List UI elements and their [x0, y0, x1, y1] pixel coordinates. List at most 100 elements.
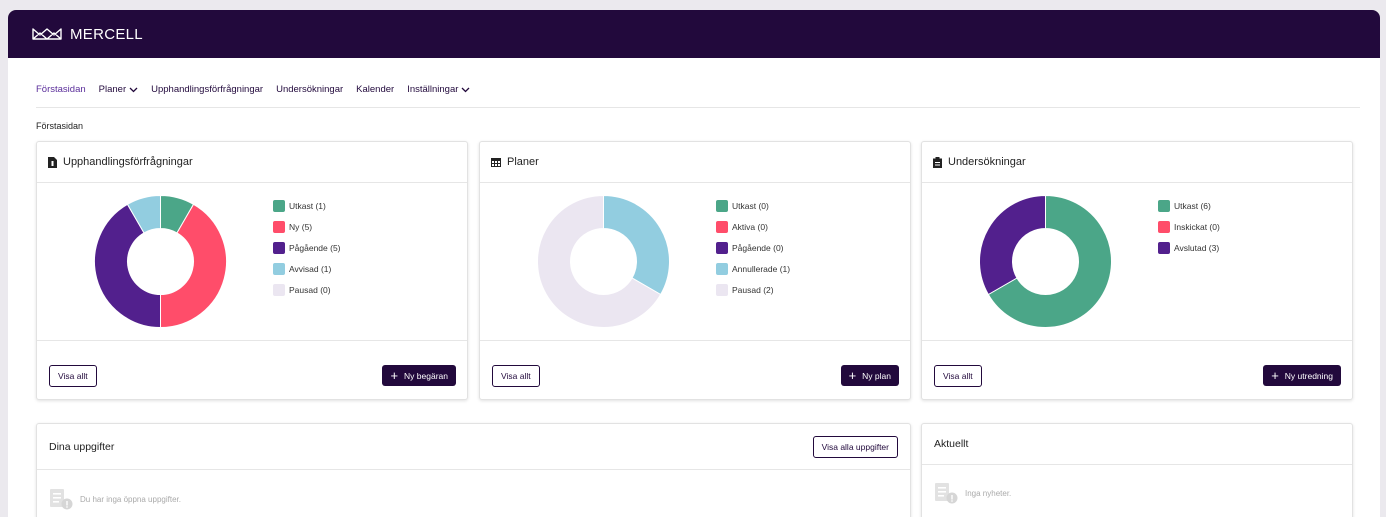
card-undersokningar: Undersökningar Utkast (6) Inskickat (0) Av…	[921, 141, 1353, 400]
panel-header: Aktuellt	[922, 424, 1352, 465]
legend-item[interactable]: Inskickat (0)	[1158, 216, 1220, 237]
plus-icon: +	[848, 368, 857, 383]
legend-swatch	[273, 241, 285, 254]
donut-chart	[537, 195, 670, 328]
nav-item-upphandlingsforfragningar[interactable]: Upphandlingsförfrågningar	[151, 84, 263, 95]
card-header: Planer	[480, 142, 910, 183]
calendar-icon	[491, 158, 501, 167]
legend-item[interactable]: Pågående (5)	[273, 237, 341, 258]
nav-label: Undersökningar	[276, 84, 344, 95]
view-all-tasks-button[interactable]: Visa alla uppgifter	[812, 436, 898, 458]
new-survey-button[interactable]: + Ny utredning	[1263, 365, 1341, 386]
main-nav: Förstasidan Planer Upphandlingsförfrågni…	[36, 84, 470, 95]
chevron-down-icon	[129, 87, 138, 92]
legend-label: Annullerade (1)	[732, 263, 791, 274]
app-window: MERCELL Förstasidan Planer Upphandlingsf…	[8, 10, 1380, 517]
legend-label: Ny (5)	[289, 221, 313, 232]
legend-label: Utkast (6)	[1174, 200, 1211, 211]
nav-label: Kalender	[356, 84, 395, 95]
legend-item[interactable]: Annullerade (1)	[716, 258, 790, 279]
legend-label: Utkast (0)	[732, 200, 769, 211]
nav-label: Upphandlingsförfrågningar	[151, 84, 264, 95]
legend-label: Aktiva (0)	[732, 221, 768, 232]
card-header: Upphandlingsförfrågningar	[37, 142, 467, 183]
top-bar: MERCELL	[8, 10, 1380, 58]
chart-legend: Utkast (6) Inskickat (0) Avslutad (3)	[1158, 195, 1220, 258]
legend-item[interactable]: Ny (5)	[273, 216, 341, 237]
donut-chart	[979, 195, 1112, 328]
legend-item[interactable]: Utkast (0)	[716, 195, 790, 216]
card-planer: Planer Utkast (0) Aktiva (0) Pågående (0) A…	[479, 141, 911, 400]
legend-label: Inskickat (0)	[1174, 221, 1220, 232]
panel-title: Aktuellt	[934, 438, 969, 450]
panel-header: Dina uppgifter	[37, 424, 910, 470]
nav-item-undersokningar[interactable]: Undersökningar	[276, 84, 343, 95]
new-request-button[interactable]: + Ny begäran	[382, 365, 456, 386]
nav-divider	[36, 107, 1360, 108]
legend-swatch	[1158, 241, 1170, 254]
donut-slice[interactable]	[979, 195, 1046, 296]
legend-item[interactable]: Utkast (1)	[273, 195, 341, 216]
legend-swatch	[716, 220, 728, 233]
legend-item[interactable]: Avvisad (1)	[273, 258, 341, 279]
donut-slice[interactable]	[603, 195, 670, 296]
card-footer: Visa allt + Ny begäran	[37, 340, 467, 399]
nav-label: Inställningar	[407, 84, 459, 95]
nav-item-planer[interactable]: Planer	[99, 84, 138, 95]
panel-title: Dina uppgifter	[49, 440, 115, 453]
empty-state: Inga nyheter.	[934, 482, 1011, 504]
document-empty-icon	[50, 489, 73, 510]
legend-swatch	[716, 262, 728, 275]
nav-item-installningar[interactable]: Inställningar	[407, 84, 470, 95]
empty-text: Du har inga öppna uppgifter.	[80, 494, 181, 504]
card-upphandlingsforfragningar: Upphandlingsförfrågningar Utkast (1) Ny (…	[36, 141, 468, 400]
nav-item-kalender[interactable]: Kalender	[356, 84, 394, 95]
new-plan-button[interactable]: + Ny plan	[840, 365, 899, 386]
legend-label: Pågående (5)	[289, 242, 341, 253]
card-title: Planer	[507, 156, 539, 168]
nav-label: Förstasidan	[36, 84, 86, 95]
legend-swatch	[273, 220, 285, 233]
legend-label: Pågående (0)	[732, 242, 784, 253]
tasks-panel: Dina uppgifter Visa alla uppgifter Du ha…	[36, 423, 911, 517]
legend-item[interactable]: Utkast (6)	[1158, 195, 1220, 216]
file-icon	[48, 156, 57, 168]
legend-swatch	[273, 283, 285, 296]
plus-icon: +	[390, 368, 399, 383]
view-all-button[interactable]: Visa allt	[934, 365, 982, 387]
card-title: Undersökningar	[948, 156, 1026, 168]
button-label: Ny begäran	[404, 370, 448, 381]
brand-logo[interactable]: MERCELL	[32, 26, 143, 43]
chart-legend: Utkast (1) Ny (5) Pågående (5) Avvisad (1) P…	[273, 195, 341, 300]
mercell-logo-icon	[32, 28, 62, 40]
legend-label: Avvisad (1)	[289, 263, 332, 274]
chart-legend: Utkast (0) Aktiva (0) Pågående (0) Annuller…	[716, 195, 790, 300]
news-panel: Aktuellt Inga nyheter.	[921, 423, 1353, 517]
legend-label: Avslutad (3)	[1174, 242, 1220, 253]
plus-icon: +	[1271, 368, 1279, 383]
legend-item[interactable]: Aktiva (0)	[716, 216, 790, 237]
legend-label: Pausad (0)	[289, 284, 331, 295]
empty-text: Inga nyheter.	[965, 488, 1012, 498]
clipboard-icon	[933, 156, 942, 168]
legend-swatch	[1158, 220, 1170, 233]
legend-swatch	[716, 241, 728, 254]
card-footer: Visa allt + Ny plan	[480, 340, 910, 399]
legend-item[interactable]: Pausad (0)	[273, 279, 341, 300]
legend-swatch	[716, 199, 728, 212]
legend-item[interactable]: Pausad (2)	[716, 279, 790, 300]
legend-swatch	[1158, 199, 1170, 212]
nav-item-forstasidan[interactable]: Förstasidan	[36, 84, 86, 95]
view-all-button[interactable]: Visa allt	[49, 365, 97, 387]
breadcrumb: Förstasidan	[36, 121, 84, 131]
button-label: Ny utredning	[1284, 370, 1333, 381]
legend-swatch	[273, 199, 285, 212]
nav-label: Planer	[98, 84, 127, 95]
legend-swatch	[716, 283, 728, 296]
card-header: Undersökningar	[922, 142, 1352, 183]
legend-item[interactable]: Pågående (0)	[716, 237, 790, 258]
view-all-button[interactable]: Visa allt	[492, 365, 540, 387]
legend-item[interactable]: Avslutad (3)	[1158, 237, 1220, 258]
card-title: Upphandlingsförfrågningar	[63, 156, 193, 168]
donut-chart	[94, 195, 227, 328]
